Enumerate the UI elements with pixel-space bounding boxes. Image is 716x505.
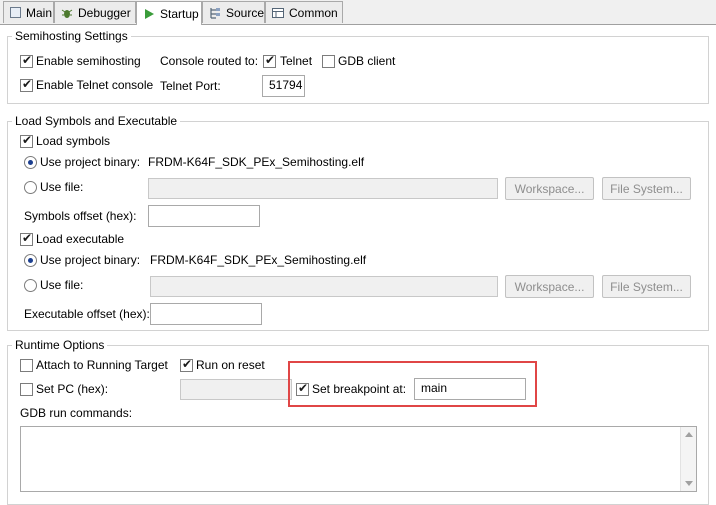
tab-source-label: Source — [226, 5, 265, 20]
breakpoint-location-input[interactable]: main — [414, 378, 526, 400]
executable-filesystem-button[interactable]: File System... — [602, 275, 691, 298]
console-routed-label: Console routed to: — [160, 54, 259, 68]
set-pc-checkbox[interactable] — [20, 383, 33, 396]
telnet-port-label: Telnet Port: — [160, 79, 221, 93]
attach-running-target-checkbox[interactable] — [20, 359, 33, 372]
debugger-bug-icon — [61, 7, 73, 19]
tab-main[interactable]: Main — [3, 1, 54, 23]
source-icon — [209, 7, 221, 19]
set-pc-label: Set PC (hex): — [36, 382, 109, 396]
enable-semihosting-checkbox[interactable] — [20, 53, 33, 68]
symbols-workspace-button[interactable]: Workspace... — [505, 177, 594, 200]
set-breakpoint-checkbox[interactable] — [296, 381, 309, 396]
enable-telnet-console-label: Enable Telnet console — [36, 78, 154, 92]
tab-debugger[interactable]: Debugger — [54, 1, 136, 23]
executable-binary-name: FRDM-K64F_SDK_PEx_Semihosting.elf — [150, 253, 367, 267]
load-executable-label: Load executable — [36, 232, 125, 246]
tab-common-label: Common — [289, 5, 338, 20]
load-symbols-label: Load symbols — [36, 134, 111, 148]
tab-debugger-label: Debugger — [78, 5, 131, 20]
run-on-reset-label: Run on reset — [196, 358, 265, 372]
symbols-use-project-binary-label: Use project binary: — [40, 155, 141, 169]
common-icon — [272, 7, 284, 19]
symbols-use-file-radio[interactable] — [24, 181, 37, 194]
executable-file-input — [150, 276, 498, 297]
scroll-down-arrow-icon[interactable] — [685, 481, 693, 486]
gdb-client-checkbox[interactable] — [322, 55, 335, 68]
main-tab-icon — [10, 7, 21, 18]
set-pc-input — [180, 379, 292, 400]
set-breakpoint-label: Set breakpoint at: — [312, 382, 407, 396]
symbols-offset-input[interactable] — [148, 205, 260, 227]
tab-common[interactable]: Common — [265, 1, 343, 23]
load-title: Load Symbols and Executable — [12, 114, 181, 128]
runtime-title: Runtime Options — [12, 338, 108, 352]
tab-startup-label: Startup — [160, 6, 199, 21]
telnet-label: Telnet — [280, 54, 313, 68]
gdb-run-commands-textarea[interactable] — [20, 426, 697, 492]
semihosting-group — [7, 36, 709, 104]
symbols-file-input — [148, 178, 498, 199]
textarea-scrollbar[interactable] — [680, 427, 696, 491]
executable-use-file-label: Use file: — [40, 278, 84, 292]
executable-workspace-button[interactable]: Workspace... — [505, 275, 594, 298]
symbols-binary-name: FRDM-K64F_SDK_PEx_Semihosting.elf — [148, 155, 365, 169]
enable-semihosting-label: Enable semihosting — [36, 54, 141, 68]
tab-bar: Main Debugger Startup Source Common — [0, 0, 716, 25]
scroll-up-arrow-icon[interactable] — [685, 432, 693, 437]
symbols-use-project-binary-radio[interactable] — [24, 156, 37, 169]
gdb-client-label: GDB client — [338, 54, 396, 68]
attach-running-target-label: Attach to Running Target — [36, 358, 168, 372]
load-group — [7, 121, 709, 331]
executable-offset-label: Executable offset (hex): — [24, 307, 150, 321]
load-symbols-checkbox[interactable] — [20, 133, 33, 148]
enable-telnet-console-checkbox[interactable] — [20, 77, 33, 92]
symbols-offset-label: Symbols offset (hex): — [24, 209, 137, 223]
symbols-use-file-label: Use file: — [40, 180, 84, 194]
symbols-filesystem-button[interactable]: File System... — [602, 177, 691, 200]
tab-main-label: Main — [26, 5, 53, 20]
executable-offset-input[interactable] — [150, 303, 262, 325]
load-executable-checkbox[interactable] — [20, 231, 33, 246]
executable-use-project-binary-radio[interactable] — [24, 254, 37, 267]
tab-source[interactable]: Source — [202, 1, 265, 23]
gdb-run-commands-label: GDB run commands: — [20, 406, 133, 420]
semihosting-title: Semihosting Settings — [12, 29, 131, 43]
executable-use-file-radio[interactable] — [24, 279, 37, 292]
tab-startup[interactable]: Startup — [136, 1, 202, 25]
play-icon — [143, 8, 155, 20]
telnet-checkbox[interactable] — [263, 53, 276, 68]
telnet-port-input[interactable]: 51794 — [262, 75, 305, 97]
executable-use-project-binary-label: Use project binary: — [40, 253, 141, 267]
run-on-reset-checkbox[interactable] — [180, 357, 193, 372]
